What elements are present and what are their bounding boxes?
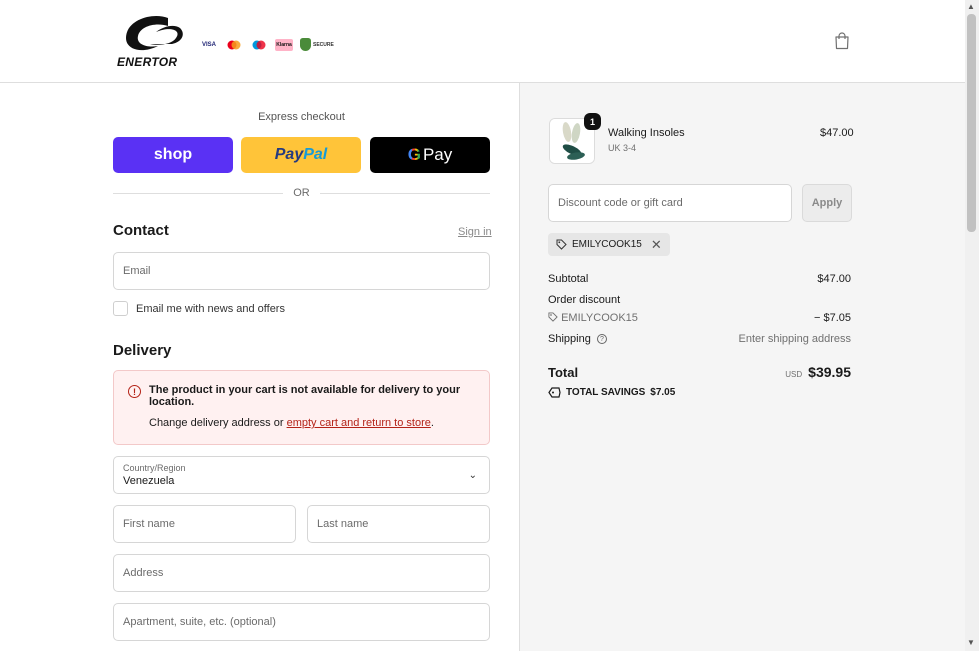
- secure-badge: SECURE: [300, 38, 334, 51]
- divider-line: [319, 192, 490, 194]
- shopping-bag-icon[interactable]: [834, 32, 850, 50]
- discount-code-name: EMILYCOOK15: [561, 312, 638, 324]
- scroll-up-arrow-icon[interactable]: ▲: [967, 2, 975, 11]
- mastercard-icon: [227, 40, 241, 49]
- empty-cart-link[interactable]: empty cart and return to store: [287, 417, 431, 429]
- address-field[interactable]: Address: [113, 554, 490, 592]
- maestro-icon: [252, 40, 266, 49]
- klarna-icon: Klarna: [275, 38, 293, 51]
- google-pay-button[interactable]: G Pay: [370, 137, 490, 173]
- discount-code-detail: EMILYCOOK15: [548, 312, 638, 324]
- email-field[interactable]: Email: [113, 252, 490, 290]
- google-pay-label: Pay: [422, 145, 453, 164]
- alert-icon: !: [128, 385, 141, 398]
- apartment-placeholder: Apartment, suite, etc. (optional): [123, 616, 276, 628]
- or-label: OR: [293, 187, 310, 199]
- paypal-label-pay: Pay: [274, 146, 304, 163]
- subtotal-value: $47.00: [817, 273, 851, 285]
- discount-placeholder: Discount code or gift card: [558, 197, 683, 209]
- first-name-field[interactable]: First name: [113, 505, 296, 543]
- help-icon[interactable]: ?: [596, 334, 607, 345]
- discount-chip-code: EMILYCOOK15: [572, 239, 642, 250]
- shop-pay-button[interactable]: shop: [113, 137, 233, 173]
- shipping-label: Shipping: [548, 333, 591, 345]
- shipping-value: Enter shipping address: [738, 333, 851, 345]
- total-row: Total USD $39.95: [548, 364, 851, 380]
- quantity-badge: 1: [584, 113, 601, 130]
- address-placeholder: Address: [123, 567, 164, 579]
- divider-line: [113, 192, 284, 194]
- secure-label: SECURE: [313, 41, 334, 48]
- alert-body: Change delivery address or empty cart an…: [149, 417, 434, 429]
- order-discount-label: Order discount: [548, 294, 621, 306]
- first-name-placeholder: First name: [123, 518, 175, 530]
- alert-body-suffix: .: [430, 417, 434, 429]
- total-savings: TOTAL SAVINGS $7.05: [548, 387, 675, 398]
- product-variant: UK 3-4: [608, 143, 637, 153]
- express-checkout-label: Express checkout: [258, 111, 345, 123]
- apply-discount-button[interactable]: Apply: [802, 184, 852, 222]
- brand-name: ENERTOR: [117, 55, 178, 69]
- last-name-field[interactable]: Last name: [307, 505, 490, 543]
- paypal-button[interactable]: Pay Pal: [241, 137, 361, 173]
- country-value: Venezuela: [123, 475, 175, 487]
- remove-discount-icon[interactable]: ✕: [651, 237, 662, 253]
- last-name-placeholder: Last name: [317, 518, 369, 530]
- delivery-heading: Delivery: [113, 342, 172, 359]
- order-discount-row: Order discount: [548, 294, 851, 306]
- newsletter-checkbox[interactable]: [113, 301, 128, 316]
- discount-code-row: EMILYCOOK15 − $7.05: [548, 312, 851, 324]
- google-g-icon: G: [407, 145, 421, 164]
- apartment-field[interactable]: Apartment, suite, etc. (optional): [113, 603, 490, 641]
- alert-title: The product in your cart is not availabl…: [149, 384, 461, 408]
- email-placeholder: Email: [123, 265, 151, 277]
- newsletter-label: Email me with news and offers: [136, 302, 285, 315]
- page-header: ENERTOR VISA Klarna SECURE: [0, 0, 965, 83]
- tag-icon: [548, 312, 558, 322]
- subtotal-row: Subtotal $47.00: [548, 273, 851, 285]
- country-select[interactable]: Country/Region Venezuela ⌄: [113, 456, 490, 494]
- scrollbar-thumb[interactable]: [967, 14, 976, 232]
- newsletter-option[interactable]: Email me with news and offers: [113, 301, 285, 316]
- shield-icon: [300, 38, 311, 51]
- discount-code-input[interactable]: Discount code or gift card: [548, 184, 792, 222]
- total-amount: $39.95: [808, 364, 851, 380]
- contact-heading: Contact: [113, 222, 169, 239]
- or-divider: OR: [113, 186, 490, 200]
- subtotal-label: Subtotal: [548, 273, 589, 285]
- shipping-row: Shipping ? Enter shipping address: [548, 333, 851, 345]
- discount-value: − $7.05: [813, 312, 851, 324]
- savings-value: $7.05: [650, 387, 676, 398]
- sign-in-link[interactable]: Sign in: [458, 226, 492, 238]
- country-label: Country/Region: [123, 463, 186, 473]
- total-label: Total: [548, 365, 579, 380]
- scroll-down-arrow-icon[interactable]: ▼: [967, 638, 975, 647]
- product-name: Walking Insoles: [608, 127, 685, 139]
- paypal-label-pal: Pal: [303, 146, 328, 163]
- product-price: $47.00: [820, 127, 854, 139]
- currency-code: USD: [785, 370, 803, 379]
- applied-discount-chip: EMILYCOOK15 ✕: [548, 233, 670, 256]
- payment-logos: VISA Klarna SECURE: [200, 38, 334, 51]
- alert-body-prefix: Change delivery address or: [149, 417, 287, 429]
- chevron-down-icon: ⌄: [468, 470, 477, 481]
- savings-tag-icon: [548, 387, 561, 398]
- tag-icon: [556, 239, 567, 250]
- savings-label: TOTAL SAVINGS: [566, 387, 646, 398]
- visa-icon: VISA: [201, 41, 216, 48]
- shop-pay-label: shop: [153, 146, 193, 163]
- delivery-error-alert: ! The product in your cart is not availa…: [113, 370, 490, 445]
